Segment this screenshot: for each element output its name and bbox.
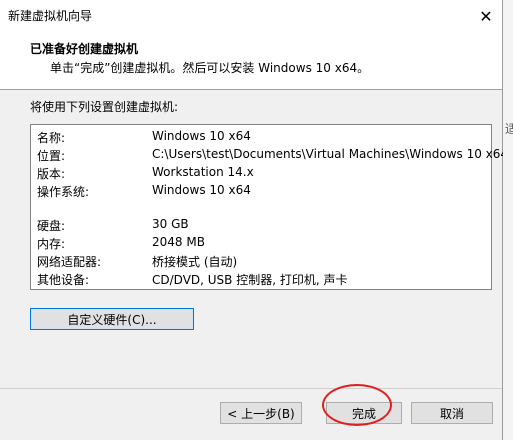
row-value: 30 GB	[152, 217, 189, 231]
summary-row-version: 版本: Workstation 14.x	[37, 165, 487, 183]
row-key: 名称:	[37, 131, 66, 145]
wizard-window: 新建虚拟机向导 ✕ 已准备好创建虚拟机 单击“完成”创建虚拟机。然后可以安装 W…	[0, 0, 508, 440]
background-window-edge: 适	[503, 0, 513, 440]
footer-divider	[0, 388, 502, 389]
page-heading: 已准备好创建虚拟机	[30, 42, 139, 56]
summary-row-disk: 硬盘: 30 GB	[37, 217, 487, 235]
row-value: Workstation 14.x	[152, 165, 254, 179]
summary-row-location: 位置: C:\Users\test\Documents\Virtual Mach…	[37, 147, 508, 165]
finish-button[interactable]: 完成	[326, 402, 402, 424]
summary-row-network: 网络适配器: 桥接模式 (自动)	[37, 253, 487, 271]
row-key: 内存:	[37, 237, 66, 251]
back-button[interactable]: < 上一步(B)	[220, 402, 302, 424]
row-key: 其他设备:	[37, 273, 90, 287]
page-subtitle: 单击“完成”创建虚拟机。然后可以安装 Windows 10 x64。	[50, 61, 370, 75]
window-title: 新建虚拟机向导	[8, 9, 93, 23]
cancel-button[interactable]: 取消	[411, 402, 493, 424]
summary-intro: 将使用下列设置创建虚拟机:	[30, 100, 179, 114]
row-key: 操作系统:	[37, 185, 90, 199]
row-value: C:\Users\test\Documents\Virtual Machines…	[152, 147, 509, 161]
row-key: 位置:	[37, 149, 66, 163]
title-bar: 新建虚拟机向导 ✕	[0, 0, 502, 32]
row-value: Windows 10 x64	[152, 183, 251, 197]
settings-summary-box[interactable]: 名称: Windows 10 x64 位置: C:\Users\test\Doc…	[30, 124, 508, 290]
summary-row-os: 操作系统: Windows 10 x64	[37, 183, 487, 201]
wizard-body: 将使用下列设置创建虚拟机: 名称: Windows 10 x64 位置: C:\…	[0, 90, 508, 440]
row-key: 网络适配器:	[37, 255, 102, 269]
row-value: 2048 MB	[152, 235, 205, 249]
close-icon[interactable]: ✕	[470, 0, 502, 32]
wizard-header: 已准备好创建虚拟机 单击“完成”创建虚拟机。然后可以安装 Windows 10 …	[0, 32, 502, 88]
summary-row-devices: 其他设备: CD/DVD, USB 控制器, 打印机, 声卡	[37, 271, 487, 289]
row-key: 硬盘:	[37, 219, 66, 233]
summary-row-memory: 内存: 2048 MB	[37, 235, 487, 253]
row-value: 桥接模式 (自动)	[152, 255, 238, 269]
row-value: CD/DVD, USB 控制器, 打印机, 声卡	[152, 273, 348, 287]
customize-hardware-button[interactable]: 自定义硬件(C)...	[30, 308, 194, 330]
row-key: 版本:	[37, 167, 66, 181]
row-value: Windows 10 x64	[152, 129, 251, 143]
summary-row-name: 名称: Windows 10 x64	[37, 129, 487, 147]
background-text-fragment: 适	[505, 122, 513, 136]
